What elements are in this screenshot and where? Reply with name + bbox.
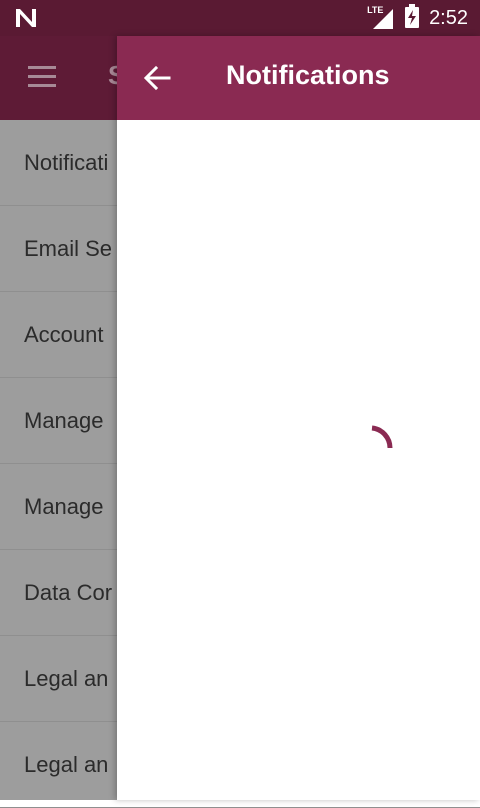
list-item-label: Legal an [24,665,109,691]
list-item-label: Account [24,321,104,347]
signal-icon: LTE [367,5,395,31]
status-bar: LTE 2:52 [0,0,480,36]
arrow-back-icon[interactable] [139,60,175,96]
panel-toolbar: Notifications [117,36,480,120]
n-logo-icon [14,7,38,29]
loading-spinner-icon [360,422,404,466]
list-item-label: Data Cor [24,579,113,605]
list-item-label: Legal an [24,751,109,777]
list-item-label: Manage [24,493,104,519]
list-item-label: Manage [24,407,104,433]
list-item-label: Notificati [24,149,109,175]
status-time: 2:52 [429,6,468,29]
battery-charging-icon [405,4,420,32]
list-item-label: Email Se [24,235,113,261]
hamburger-menu-icon[interactable] [28,66,56,88]
page-title: Notifications [226,60,390,90]
notifications-panel: Notifications [117,36,480,800]
